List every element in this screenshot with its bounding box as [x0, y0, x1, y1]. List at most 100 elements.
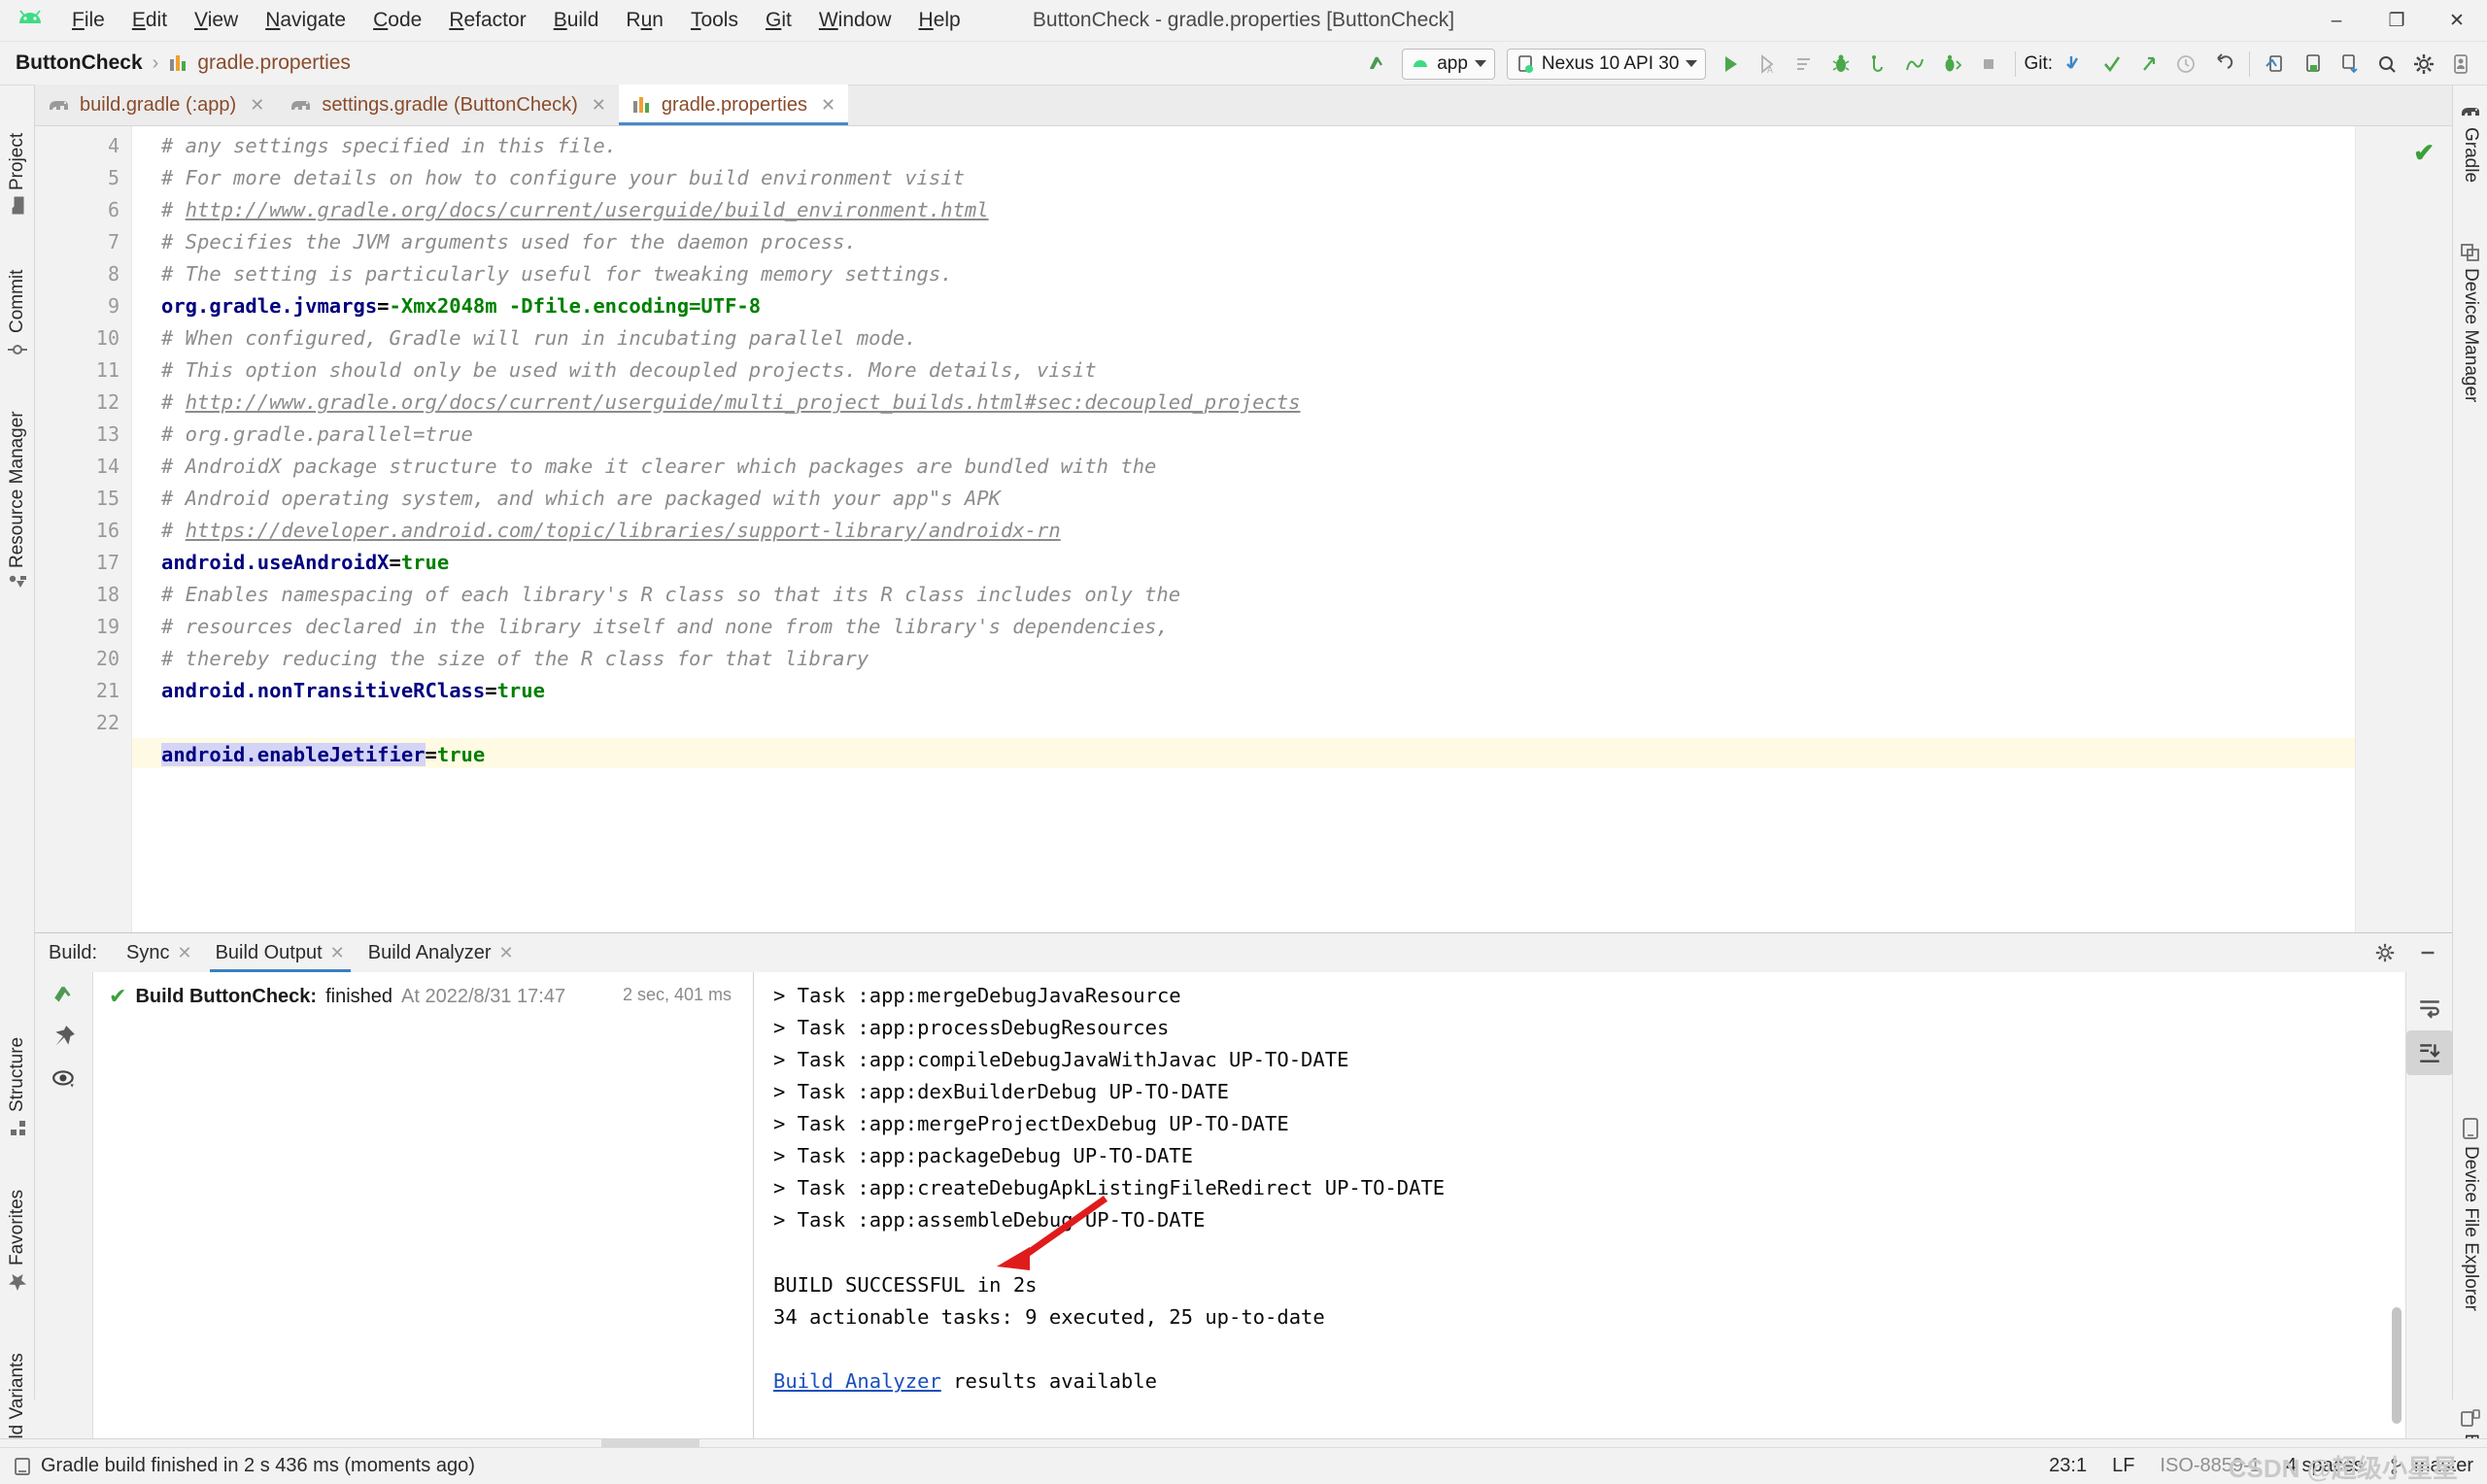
build-analyzer-link[interactable]: Build Analyzer — [773, 1369, 941, 1393]
close-button[interactable]: ✕ — [2427, 0, 2487, 42]
line-number: 21 — [95, 679, 119, 702]
maximize-button[interactable]: ❐ — [2367, 0, 2427, 42]
indent-setting[interactable]: 4 spaces — [2286, 1455, 2364, 1477]
run-with-coverage-icon[interactable] — [1786, 46, 1823, 83]
minimize-icon[interactable] — [2409, 934, 2446, 971]
sidebar-label-structure: Structure — [7, 1036, 27, 1112]
git-revert-icon[interactable] — [2204, 46, 2241, 83]
run-icon[interactable] — [1712, 46, 1749, 83]
menu-build[interactable]: Build — [540, 5, 613, 36]
code-link[interactable]: http://www.gradle.org/docs/current/userg… — [186, 198, 989, 221]
menu-bar[interactable]: FFileile Edit View Navigate Code Refacto… — [58, 5, 974, 36]
editor-tab-settings-gradle[interactable]: settings.gradle (ButtonCheck) ✕ — [277, 84, 619, 125]
code-line: # any settings specified in this file. — [161, 134, 617, 157]
debug-icon[interactable] — [1823, 46, 1859, 83]
editor-tab-gradle-properties[interactable]: gradle.properties ✕ — [618, 84, 849, 125]
resource-manager-icon — [8, 575, 27, 592]
menu-window[interactable]: Window — [805, 5, 905, 36]
notification-icon[interactable] — [14, 1457, 31, 1476]
back-arrow-icon[interactable] — [1359, 46, 1396, 83]
menu-code[interactable]: Code — [359, 5, 435, 36]
comment-hash: # — [161, 390, 186, 414]
menu-help[interactable]: Help — [905, 5, 974, 36]
sdk-manager-icon[interactable] — [2295, 46, 2332, 83]
git-push-icon[interactable] — [2130, 46, 2167, 83]
build-console-output[interactable]: > Task :app:mergeDebugJavaResource > Tas… — [754, 972, 2405, 1438]
account-icon[interactable] — [2442, 46, 2479, 83]
scroll-to-end-icon[interactable] — [2406, 1030, 2453, 1075]
breadcrumb-project[interactable]: ButtonCheck — [16, 51, 143, 75]
breadcrumb-file[interactable]: gradle.properties — [197, 51, 351, 75]
build-tree-panel[interactable]: ✔ Build ButtonCheck: finished At 2022/8/… — [93, 972, 754, 1438]
code-link[interactable]: http://www.gradle.org/docs/current/userg… — [186, 390, 1301, 414]
gear-icon[interactable] — [2367, 934, 2403, 971]
main-toolbar: app Nexus 10 API 30 A Git: — [1359, 42, 2487, 85]
caret-position[interactable]: 23:1 — [2049, 1455, 2087, 1477]
device-selector-label: Nexus 10 API 30 — [1541, 52, 1680, 74]
menu-git[interactable]: Git — [752, 5, 805, 36]
git-branch-name: master — [2413, 1455, 2473, 1476]
pin-icon[interactable] — [35, 1015, 93, 1058]
close-icon[interactable]: ✕ — [330, 943, 345, 963]
inspection-status-icon[interactable]: ✔ — [2413, 138, 2435, 168]
console-line-task-summary: 34 actionable tasks: 9 executed, 25 up-t… — [773, 1305, 1325, 1329]
close-icon[interactable]: ✕ — [821, 95, 835, 116]
sidebar-item-structure[interactable]: Structure — [0, 998, 35, 1144]
code-link[interactable]: https://developer.android.com/topic/libr… — [186, 519, 1061, 542]
structure-icon — [9, 1119, 26, 1136]
attach-debugger-icon[interactable] — [1859, 46, 1896, 83]
close-icon[interactable]: ✕ — [250, 95, 264, 116]
git-commit-icon[interactable] — [2094, 46, 2130, 83]
code-line: # This option should only be used with d… — [161, 358, 1097, 382]
console-line: > Task :app:mergeDebugJavaResource — [773, 984, 1181, 1007]
sidebar-item-favorites[interactable]: Favorites — [0, 1154, 35, 1299]
menu-tools[interactable]: Tools — [677, 5, 752, 36]
close-icon[interactable]: ✕ — [499, 943, 514, 963]
hammer-icon[interactable] — [35, 972, 93, 1015]
file-encoding[interactable]: ISO-8859-1 — [2160, 1455, 2260, 1477]
avd-manager-icon[interactable] — [2258, 46, 2295, 83]
window-controls[interactable]: – ❐ ✕ — [2306, 0, 2487, 42]
sidebar-item-project[interactable]: Project — [0, 95, 35, 221]
code-line: # http://www.gradle.org/docs/current/use… — [161, 198, 989, 221]
property-equals: = — [425, 743, 437, 766]
sidebar-item-gradle[interactable]: Gradle — [2453, 95, 2487, 221]
device-selector[interactable]: Nexus 10 API 30 — [1506, 48, 1707, 80]
menu-navigate[interactable]: Navigate — [252, 5, 359, 36]
sidebar-item-commit[interactable]: Commit — [0, 231, 35, 367]
line-separator[interactable]: LF — [2112, 1455, 2134, 1477]
git-branch-widget[interactable]: master — [2389, 1455, 2473, 1477]
sidebar-item-device-manager[interactable]: Device Manager — [2453, 236, 2487, 459]
soft-wrap-icon[interactable] — [2406, 986, 2453, 1030]
menu-edit[interactable]: Edit — [119, 5, 181, 36]
run-android-debug-icon[interactable] — [1933, 46, 1970, 83]
menu-run[interactable]: Run — [612, 5, 677, 36]
editor-tab-build-gradle[interactable]: build.gradle (:app) ✕ — [35, 84, 278, 125]
close-icon[interactable]: ✕ — [592, 95, 606, 116]
breadcrumb[interactable]: ButtonCheck › gradle.properties — [16, 51, 351, 75]
minimize-button[interactable]: – — [2306, 0, 2367, 42]
apply-changes-icon[interactable]: A — [1749, 46, 1786, 83]
build-duration: 2 sec, 401 ms — [622, 985, 732, 1004]
project-folder-icon — [8, 196, 27, 215]
module-selector[interactable]: app — [1402, 48, 1495, 80]
menu-view[interactable]: View — [181, 5, 252, 36]
line-number-gutter[interactable]: 4 5 6 7 8 9 10 11 12 13 14 15 16 17 18 1… — [35, 126, 132, 932]
close-icon[interactable]: ✕ — [178, 943, 192, 963]
profiler-icon[interactable] — [1896, 46, 1933, 83]
build-tab-build-analyzer[interactable]: Build Analyzer ✕ — [357, 933, 526, 972]
code-editor[interactable]: # any settings specified in this file. #… — [132, 126, 2355, 932]
svg-text:A: A — [1767, 65, 1773, 75]
menu-refactor[interactable]: Refactor — [435, 5, 539, 36]
console-scrollbar[interactable] — [2392, 1307, 2402, 1424]
eye-icon[interactable] — [35, 1058, 93, 1100]
menu-file[interactable]: FFileile — [58, 5, 119, 36]
build-tab-sync[interactable]: Sync ✕ — [115, 933, 204, 972]
settings-gear-icon[interactable] — [2405, 46, 2442, 83]
git-update-icon[interactable] — [2057, 46, 2094, 83]
sidebar-item-device-file-explorer[interactable]: Device File Explorer — [2453, 1110, 2487, 1382]
layout-inspector-icon[interactable] — [2332, 46, 2368, 83]
build-tab-build-output[interactable]: Build Output ✕ — [204, 933, 357, 972]
sidebar-item-resource-manager[interactable]: Resource Manager — [0, 377, 35, 600]
search-everywhere-icon[interactable] — [2368, 46, 2405, 83]
